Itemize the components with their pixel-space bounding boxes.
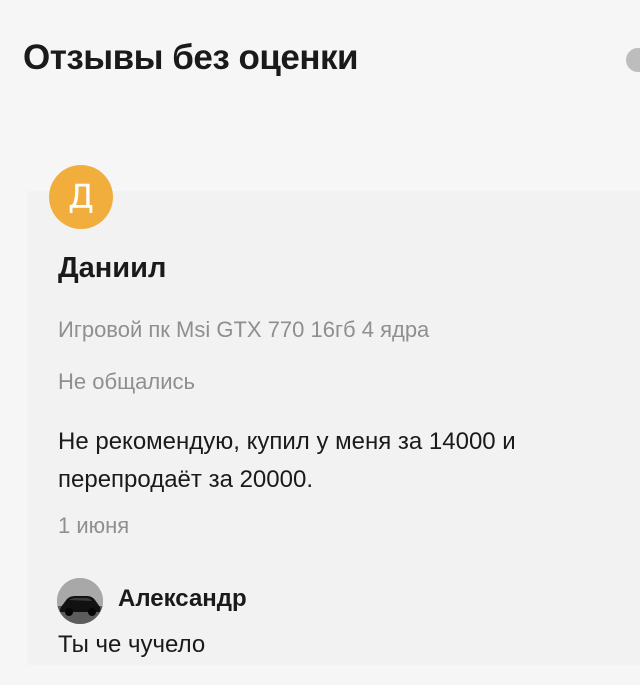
reviewer-name[interactable]: Даниил bbox=[58, 252, 166, 285]
product-name[interactable]: Игровой пк Msi GTX 770 16гб 4 ядра bbox=[58, 317, 429, 343]
reply-avatar[interactable] bbox=[57, 578, 103, 624]
review-text: Не рекомендую, купил у меня за 14000 и п… bbox=[58, 428, 516, 493]
deal-status: Не общались bbox=[58, 369, 195, 394]
reply-author[interactable]: Александр bbox=[118, 585, 247, 613]
author-avatar[interactable]: Д bbox=[49, 165, 113, 229]
review-date: 1 июня bbox=[58, 513, 130, 538]
car-photo-icon bbox=[57, 578, 103, 624]
reply-text: Ты че чучело bbox=[58, 631, 206, 658]
partial-icon[interactable] bbox=[626, 48, 640, 72]
reviews-page: Отзывы без оценки Д Даниил Игровой пк Ms… bbox=[0, 0, 640, 685]
section-title: Отзывы без оценки bbox=[23, 38, 359, 77]
